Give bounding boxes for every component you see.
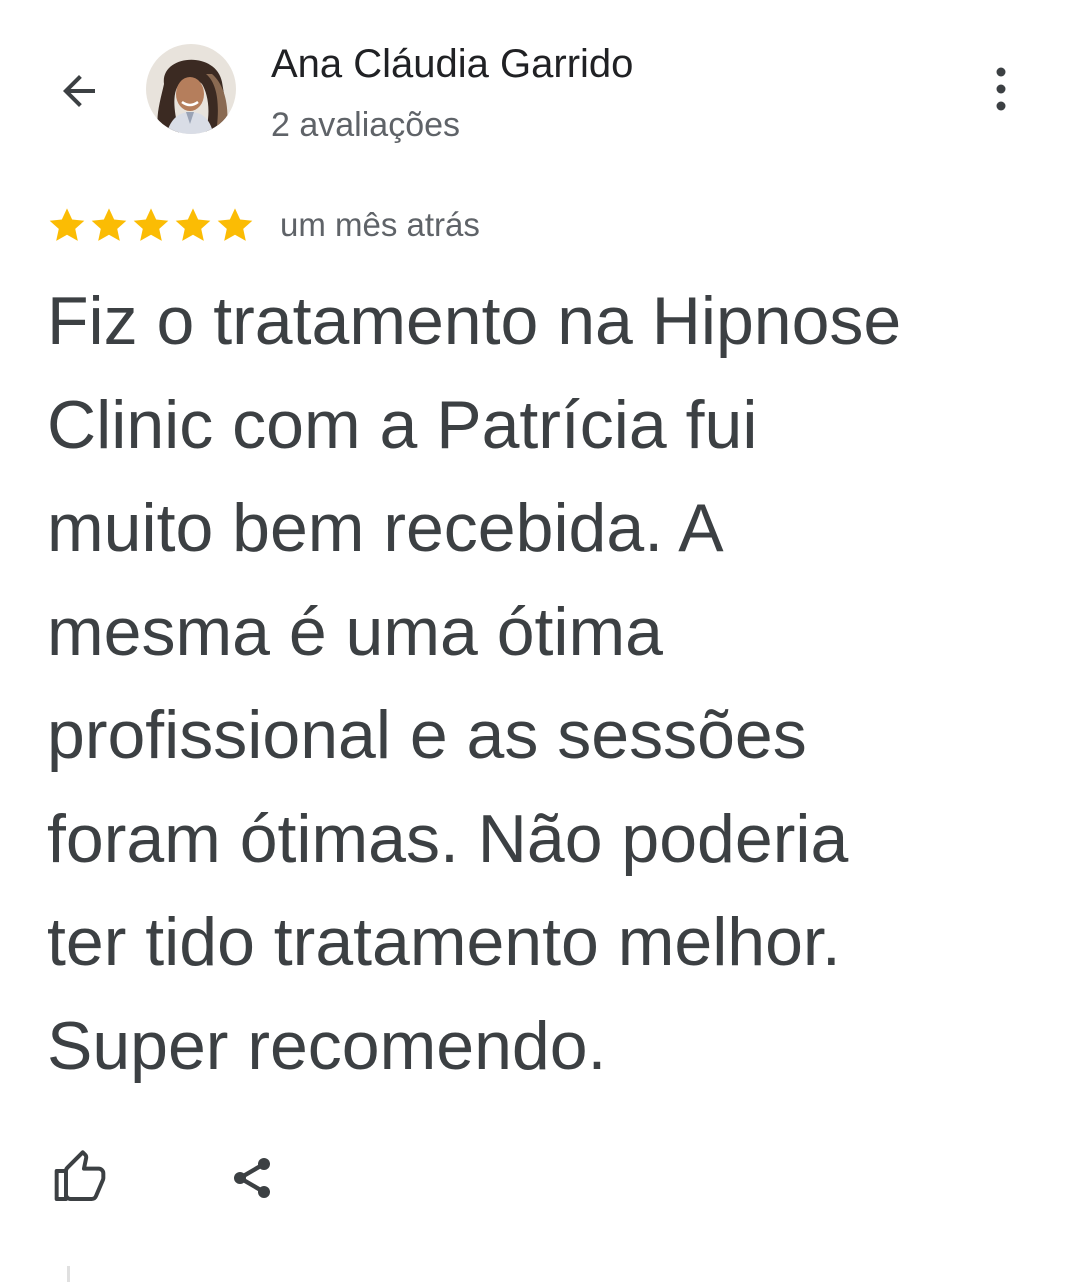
avatar[interactable] — [146, 44, 236, 134]
review-text-line: profissional e as sessões — [47, 697, 807, 773]
review-text: Fiz o tratamento na Hipnose Clinic com a… — [47, 270, 1037, 1098]
share-button[interactable] — [222, 1150, 282, 1210]
thumb-up-icon — [52, 1149, 108, 1211]
reviewer-name[interactable]: Ana Cláudia Garrido — [271, 38, 633, 90]
review-date: um mês atrás — [280, 206, 480, 243]
more-vert-icon — [991, 64, 1011, 119]
back-button[interactable] — [48, 62, 110, 124]
star-icon — [175, 208, 211, 241]
review-text-line: foram ótimas. Não poderia — [47, 800, 849, 877]
star-rating — [46, 204, 256, 246]
review-text-line: muito bem recebida. A — [47, 490, 724, 566]
arrow-back-icon — [55, 67, 103, 120]
star-icon — [133, 208, 169, 241]
review-text-line: ter tido tratamento melhor. — [47, 904, 841, 980]
rating-row: um mês atrás — [46, 200, 480, 250]
star-icon — [217, 208, 253, 241]
review-text-line: Super recomendo. — [47, 1007, 607, 1084]
share-icon — [228, 1154, 276, 1207]
star-icon — [49, 208, 85, 241]
review-text-line: Clinic com a Patrícia fui — [47, 386, 758, 463]
reviewer-review-count[interactable]: 2 avaliações — [271, 102, 460, 148]
review-text-line: Fiz o tratamento na Hipnose — [47, 283, 902, 359]
review-text-line: mesma é uma ótima — [47, 593, 663, 670]
like-button[interactable] — [50, 1149, 110, 1211]
more-options-button[interactable] — [976, 62, 1026, 120]
divider — [67, 1266, 70, 1282]
review-actions — [50, 1149, 282, 1211]
star-icon — [91, 208, 127, 241]
